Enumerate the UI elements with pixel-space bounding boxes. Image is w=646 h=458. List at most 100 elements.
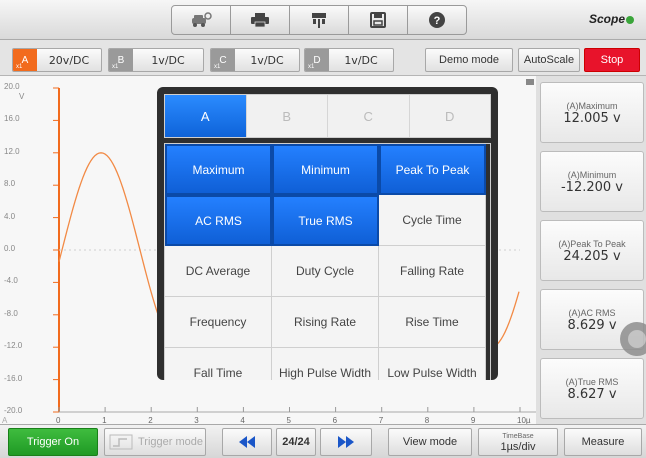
measurement-label: (A)Peak To Peak <box>558 239 626 249</box>
channel-c-range: 1v/DC <box>250 53 284 67</box>
scroll-indicator <box>526 79 534 85</box>
y-tick-label: -20.0 <box>4 406 23 415</box>
channel-b-tag: Bx1 <box>109 49 133 71</box>
channel-c-tag: Cx1 <box>211 49 235 71</box>
timebase-value: 1µs/div <box>500 441 536 453</box>
measurement-value: 12.005 v <box>563 111 621 126</box>
channel-c-button[interactable]: Cx1 1v/DC <box>210 48 300 72</box>
y-tick-label: 8.0 <box>4 179 16 189</box>
option-duty-cycle[interactable]: Duty Cycle <box>272 246 379 297</box>
y-tick-label: -8.0 <box>4 308 18 318</box>
channel-b-letter: B <box>117 54 125 66</box>
channel-c-probe: x1 <box>214 64 221 70</box>
measurement-select-popup: A B C D Maximum Minimum Peak To Peak AC … <box>157 87 498 380</box>
floating-drag-handle[interactable] <box>620 322 646 356</box>
option-dc-average[interactable]: DC Average <box>165 246 272 297</box>
bottom-toolbar: Trigger On Trigger mode 24/24 View mode … <box>0 424 646 458</box>
option-true-rms[interactable]: True RMS <box>272 195 379 246</box>
channel-a-probe: x1 <box>16 64 23 70</box>
app-logo-text: Scope <box>588 12 625 26</box>
car-gear-icon <box>192 12 212 27</box>
y-tick-label: 4.0 <box>4 211 16 221</box>
option-minimum[interactable]: Minimum <box>272 144 379 195</box>
measurement-value: 8.627 v <box>567 387 617 402</box>
channel-a-range: 20v/DC <box>48 53 90 67</box>
status-dot <box>626 16 634 24</box>
trigger-mode-label: Trigger mode <box>138 436 204 448</box>
fast-forward-icon <box>338 436 354 448</box>
channel-d-button[interactable]: Dx1 1v/DC <box>304 48 394 72</box>
measurement-label: (A)True RMS <box>565 377 619 387</box>
measurement-label: (A)AC RMS <box>568 308 616 318</box>
option-rise-time[interactable]: Rise Time <box>379 297 486 348</box>
tab-channel-b[interactable]: B <box>246 95 328 137</box>
measurement-card-true-rms[interactable]: (A)True RMS 8.627 v <box>540 358 644 419</box>
app-logo: Scope <box>589 12 634 26</box>
option-low-pulse-width[interactable]: Low Pulse Width <box>379 348 486 380</box>
option-ac-rms[interactable]: AC RMS <box>165 195 272 246</box>
timebase-button[interactable]: TimeBase 1µs/div <box>478 428 558 456</box>
channel-tabs: A B C D <box>164 94 491 138</box>
probe-icon <box>312 13 326 28</box>
y-tick-label: 12.0 <box>4 146 20 156</box>
option-peak-to-peak[interactable]: Peak To Peak <box>379 144 486 195</box>
next-page-button[interactable] <box>320 428 372 456</box>
previous-page-button[interactable] <box>222 428 272 456</box>
channel-b-range: 1v/DC <box>151 53 185 67</box>
channel-d-tag: Dx1 <box>305 49 329 71</box>
measurement-value: 24.205 v <box>563 249 621 264</box>
measurement-options-grid: Maximum Minimum Peak To Peak AC RMS True… <box>164 143 491 380</box>
y-tick-label: -4.0 <box>4 276 18 286</box>
trigger-mode-button[interactable]: Trigger mode <box>104 428 206 456</box>
measurement-panel: (A)Maximum 12.005 v (A)Minimum -12.200 v… <box>536 76 646 424</box>
vehicle-settings-button[interactable] <box>172 6 231 34</box>
channel-b-probe: x1 <box>112 64 119 70</box>
y-tick-label: 16.0 <box>4 114 20 124</box>
y-tick-label: 20.0 <box>4 82 20 91</box>
y-tick-label: -12.0 <box>4 341 23 351</box>
channel-d-range: 1v/DC <box>344 53 378 67</box>
toolbar-button-group: ? <box>171 5 467 35</box>
print-button[interactable] <box>231 6 290 34</box>
help-button[interactable]: ? <box>408 6 466 34</box>
measurement-card-maximum[interactable]: (A)Maximum 12.005 v <box>540 82 644 143</box>
channel-a-letter: A <box>21 54 29 66</box>
trigger-mode-icon <box>109 434 133 450</box>
measurement-label: (A)Maximum <box>566 101 618 111</box>
stop-button[interactable]: Stop <box>584 48 640 72</box>
trigger-on-button[interactable]: Trigger On <box>8 428 98 456</box>
tab-channel-a[interactable]: A <box>165 95 247 137</box>
channel-d-probe: x1 <box>308 64 315 70</box>
channel-d-letter: D <box>313 54 321 66</box>
channel-a-button[interactable]: Ax1 20v/DC <box>12 48 102 72</box>
option-fall-time[interactable]: Fall Time <box>165 348 272 380</box>
probe-button[interactable] <box>290 6 349 34</box>
channel-a-tag: Ax1 <box>13 49 37 71</box>
tab-channel-c[interactable]: C <box>328 95 410 137</box>
page-counter: 24/24 <box>276 428 316 456</box>
channel-b-button[interactable]: Bx1 1v/DC <box>108 48 204 72</box>
y-tick-label: 0.0 <box>4 244 16 253</box>
demo-mode-button[interactable]: Demo mode <box>425 48 513 72</box>
top-toolbar: ? Scope <box>0 0 646 40</box>
view-mode-button[interactable]: View mode <box>388 428 472 456</box>
measurement-value: -12.200 v <box>560 180 623 195</box>
measurement-card-peak-to-peak[interactable]: (A)Peak To Peak 24.205 v <box>540 220 644 281</box>
option-maximum[interactable]: Maximum <box>165 144 272 195</box>
option-high-pulse-width[interactable]: High Pulse Width <box>272 348 379 380</box>
channel-bar: Ax1 20v/DC Bx1 1v/DC Cx1 1v/DC Dx1 1v/DC… <box>0 40 646 76</box>
tab-channel-d[interactable]: D <box>409 95 490 137</box>
floppy-disk-icon <box>370 12 386 28</box>
measurement-card-minimum[interactable]: (A)Minimum -12.200 v <box>540 151 644 212</box>
option-falling-rate[interactable]: Falling Rate <box>379 246 486 297</box>
option-rising-rate[interactable]: Rising Rate <box>272 297 379 348</box>
rewind-icon <box>239 436 255 448</box>
autoscale-button[interactable]: AutoScale <box>518 48 580 72</box>
measure-button[interactable]: Measure <box>564 428 642 456</box>
y-axis-unit: V <box>19 92 25 101</box>
channel-c-letter: C <box>219 54 227 66</box>
option-cycle-time[interactable]: Cycle Time <box>379 195 486 246</box>
option-frequency[interactable]: Frequency <box>165 297 272 348</box>
y-tick-label: -16.0 <box>4 373 23 383</box>
save-button[interactable] <box>349 6 408 34</box>
